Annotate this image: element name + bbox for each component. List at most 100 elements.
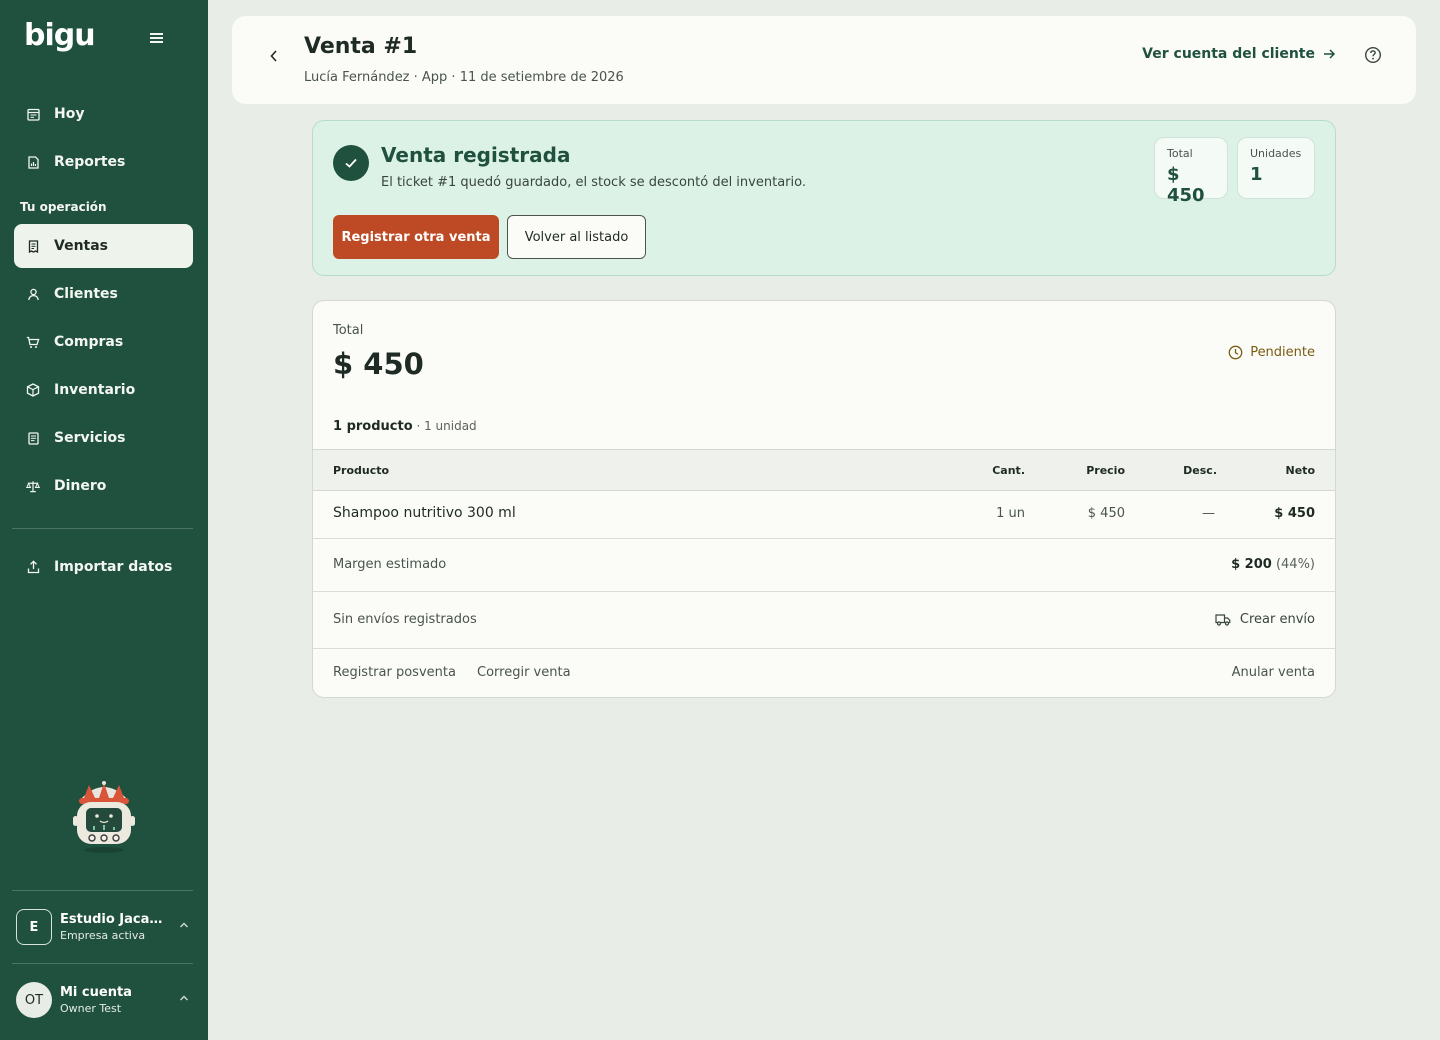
margin-percent: (44%) — [1275, 557, 1315, 572]
nav-label: Reportes — [54, 154, 126, 170]
back-to-list-button[interactable]: Volver al listado — [507, 215, 646, 259]
receipt-icon — [26, 239, 40, 253]
arrow-right-icon — [1324, 49, 1336, 59]
margin-label: Margen estimado — [333, 557, 447, 572]
table-row[interactable]: Shampoo nutritivo 300 ml 1 un $ 450 — $ … — [313, 491, 1335, 539]
register-another-sale-button[interactable]: Registrar otra venta — [333, 215, 499, 259]
scale-icon — [26, 479, 40, 493]
check-icon — [333, 145, 369, 181]
chevron-up-icon — [180, 922, 188, 928]
column-header-product: Producto — [333, 464, 390, 477]
stat-units: Unidades 1 — [1237, 137, 1315, 199]
company-switcher[interactable]: E Estudio Jacara... Empresa activa — [12, 897, 196, 957]
nav-label: Importar datos — [54, 559, 173, 575]
nav-item-hoy[interactable]: Hoy — [14, 92, 193, 136]
success-banner: Venta registrada El ticket #1 quedó guar… — [312, 120, 1336, 276]
product-qty: 1 un — [996, 506, 1025, 521]
company-badge: E — [16, 909, 52, 945]
nav-label: Hoy — [54, 106, 85, 122]
upload-icon — [26, 560, 40, 574]
stat-total: Total $ 450 — [1154, 137, 1228, 206]
divider — [12, 963, 193, 964]
cancel-sale-link[interactable]: Anular venta — [1232, 665, 1315, 680]
nav-item-inventario[interactable]: Inventario — [14, 368, 193, 412]
stat-value: 1 — [1250, 164, 1263, 185]
menu-icon[interactable] — [150, 30, 172, 50]
product-name: Shampoo nutritivo 300 ml — [333, 505, 516, 521]
nav-label: Compras — [54, 334, 124, 350]
account-menu[interactable]: OT Mi cuenta Owner Test — [12, 970, 196, 1030]
margin-row: Margen estimado $ 200 (44%) — [313, 539, 1335, 592]
register-post-sale-link[interactable]: Registrar posventa — [333, 665, 456, 680]
table-header: Producto Cant. Precio Desc. Neto — [313, 449, 1335, 491]
account-name: Mi cuenta — [60, 985, 132, 1000]
sale-detail-card: Total $ 450 Pendiente 1 producto · 1 uni… — [312, 300, 1336, 698]
product-discount: — — [1202, 506, 1215, 521]
status-badge: Pendiente — [1228, 345, 1315, 360]
avatar: OT — [16, 982, 52, 1018]
nav-item-compras[interactable]: Compras — [14, 320, 193, 364]
company-subtitle: Empresa activa — [60, 929, 146, 942]
nav-item-clientes[interactable]: Clientes — [14, 272, 193, 316]
column-header-net: Neto — [1285, 464, 1315, 477]
margin-value: $ 200 — [1231, 557, 1272, 572]
product-net: $ 450 — [1274, 506, 1315, 521]
clock-icon — [1228, 345, 1243, 360]
stat-label: Total — [1167, 147, 1193, 160]
nav-item-servicios[interactable]: Servicios — [14, 416, 193, 460]
nav-label: Dinero — [54, 478, 107, 494]
client-account-link[interactable]: Ver cuenta del cliente — [1142, 46, 1336, 62]
column-header-qty: Cant. — [992, 464, 1025, 477]
nav-label: Ventas — [54, 238, 109, 254]
nav-label: Inventario — [54, 382, 136, 398]
account-subtitle: Owner Test — [60, 1002, 122, 1015]
nav-label: Servicios — [54, 430, 126, 446]
shipping-row: Sin envíos registrados Crear envío — [313, 592, 1335, 649]
box-icon — [26, 383, 40, 397]
truck-icon — [1215, 614, 1231, 626]
page-header: Venta #1 Lucía Fernández · App · 11 de s… — [232, 16, 1416, 104]
back-button[interactable] — [262, 44, 286, 68]
page-title: Venta #1 — [304, 34, 418, 59]
create-shipment-label: Crear envío — [1239, 612, 1315, 627]
column-header-discount: Desc. — [1183, 464, 1217, 477]
user-icon — [26, 287, 40, 301]
nav-label: Clientes — [54, 286, 118, 302]
total-value: $ 450 — [333, 347, 424, 381]
divider — [12, 890, 193, 891]
report-icon — [26, 155, 40, 169]
section-label: Tu operación — [20, 200, 107, 214]
chevron-left-icon — [270, 50, 277, 62]
help-icon[interactable] — [1364, 46, 1382, 64]
page-subtitle: Lucía Fernández · App · 11 de setiembre … — [304, 70, 624, 85]
stat-label: Unidades — [1250, 147, 1302, 160]
actions-row: Registrar posventa Corregir venta Anular… — [313, 649, 1335, 697]
summary-units: · 1 unidad — [412, 419, 477, 433]
company-name: Estudio Jacara... — [60, 912, 166, 927]
nav-item-importar[interactable]: Importar datos — [14, 545, 193, 589]
stat-value: $ 450 — [1167, 164, 1205, 206]
document-icon — [26, 431, 40, 445]
margin-value-group: $ 200 (44%) — [1231, 557, 1315, 572]
success-title: Venta registrada — [381, 143, 571, 167]
create-shipment-button[interactable]: Crear envío — [1215, 612, 1315, 627]
app-logo[interactable]: bigu — [24, 18, 96, 53]
correct-sale-link[interactable]: Corregir venta — [477, 665, 571, 680]
total-label: Total — [333, 323, 364, 338]
nav-item-dinero[interactable]: Dinero — [14, 464, 193, 508]
summary-products: 1 producto — [333, 419, 413, 434]
nav-item-ventas[interactable]: Ventas — [14, 224, 193, 268]
nav-item-reportes[interactable]: Reportes — [14, 140, 193, 184]
column-header-price: Precio — [1086, 464, 1125, 477]
cart-icon — [26, 335, 40, 349]
shipping-label: Sin envíos registrados — [333, 612, 477, 627]
mascot-illustration — [72, 780, 136, 854]
sidebar: bigu Hoy Reportes Tu operación Ventas Cl… — [0, 0, 208, 1040]
status-label: Pendiente — [1250, 345, 1315, 360]
client-link-label: Ver cuenta del cliente — [1142, 46, 1315, 62]
success-description: El ticket #1 quedó guardado, el stock se… — [381, 175, 806, 190]
product-price: $ 450 — [1087, 506, 1125, 521]
chevron-up-icon — [180, 995, 188, 1001]
items-summary: 1 producto · 1 unidad — [333, 419, 477, 434]
calendar-icon — [26, 107, 40, 121]
